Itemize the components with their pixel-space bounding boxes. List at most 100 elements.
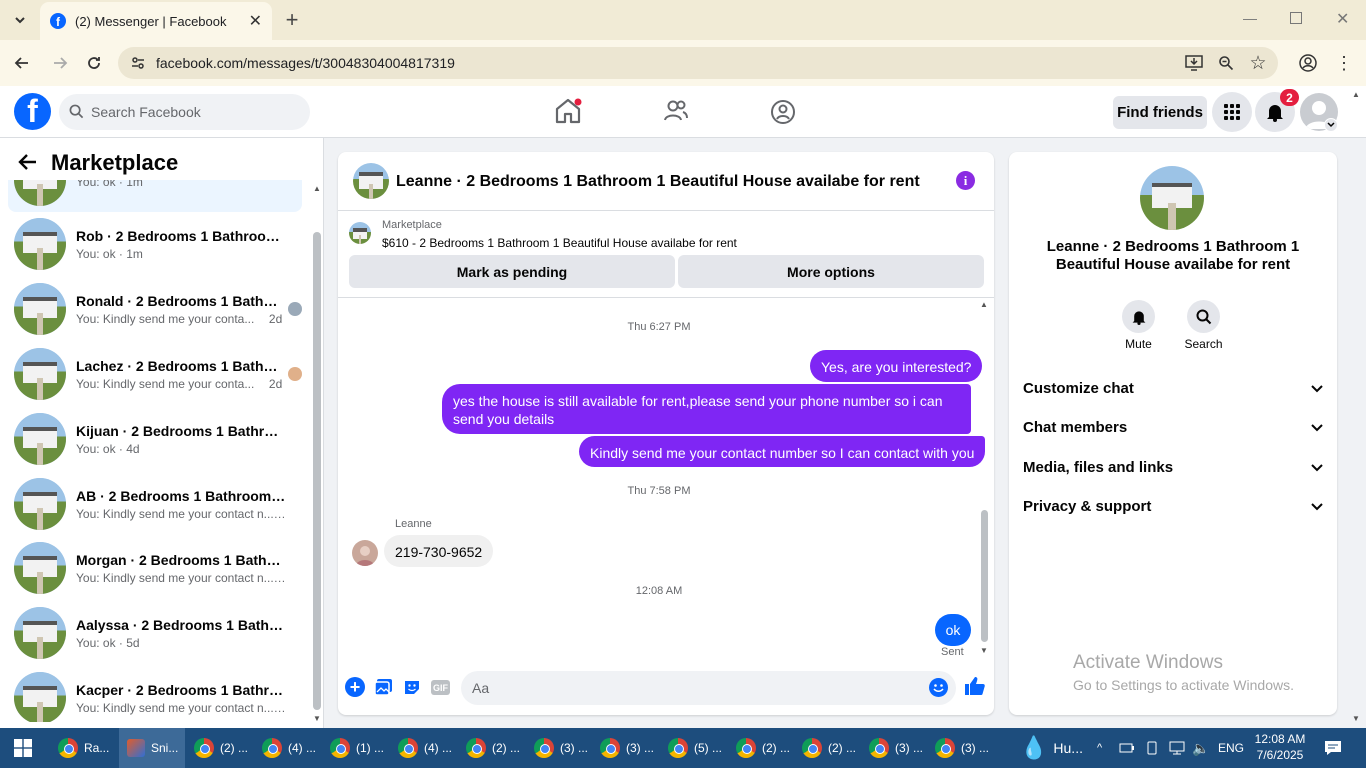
menu-grid-icon[interactable] <box>1212 92 1252 132</box>
conversation-item[interactable]: Morgan · 2 Bedrooms 1 Bathroo... You: Kin… <box>8 536 302 600</box>
taskbar-item[interactable]: (3) ... <box>534 728 588 768</box>
activate-windows-subtitle: Go to Settings to activate Windows. <box>1073 677 1294 693</box>
photo-icon[interactable] <box>374 678 393 696</box>
emoji-icon[interactable] <box>929 678 948 697</box>
find-friends-button[interactable]: Find friends <box>1113 96 1207 129</box>
new-tab-icon[interactable]: + <box>277 5 307 35</box>
conversation-item[interactable]: AB · 2 Bedrooms 1 Bathroom 1 B... You: Ki… <box>8 472 302 536</box>
outgoing-message[interactable]: Kindly send me your contact number so I … <box>579 436 986 467</box>
friends-icon[interactable] <box>663 99 689 123</box>
outgoing-message[interactable]: yes the house is still available for ren… <box>442 384 971 434</box>
conversation-item[interactable]: You: ok · 1m <box>8 180 302 212</box>
incoming-message[interactable]: 219-730-9652 <box>384 535 494 567</box>
mark-as-pending-button[interactable]: Mark as pending <box>349 255 675 288</box>
taskbar-item[interactable]: (5) ... <box>668 728 722 768</box>
facebook-logo-icon[interactable]: f <box>14 93 51 130</box>
restore-icon[interactable] <box>1290 12 1302 24</box>
windows-start-icon[interactable] <box>14 739 32 757</box>
sidebar-scrollbar[interactable]: ▲ ▼ <box>312 184 322 724</box>
chat-scrollbar[interactable]: ▲ ▼ <box>980 300 990 658</box>
privacy-support-section[interactable]: Privacy & support <box>1023 498 1323 515</box>
weather-widget[interactable]: 💧 Hu... <box>1020 728 1083 768</box>
action-center-icon[interactable] <box>1324 728 1342 768</box>
taskbar-item[interactable]: (4) ... <box>262 728 316 768</box>
profile-icon[interactable] <box>1293 48 1323 78</box>
chat-members-section[interactable]: Chat members <box>1023 419 1323 436</box>
thumbs-up-icon[interactable] <box>964 676 986 696</box>
search-in-chat-icon[interactable] <box>1187 300 1220 333</box>
reload-icon[interactable] <box>79 48 109 78</box>
conversation-item[interactable]: Kacper · 2 Bedrooms 1 Bathroo... You: Kin… <box>8 666 302 722</box>
timestamp: 12:08 AM <box>635 585 683 597</box>
outgoing-message[interactable]: ok <box>935 614 971 646</box>
customize-chat-section[interactable]: Customize chat <box>1023 380 1323 397</box>
taskbar-item-active[interactable]: Sni... <box>119 728 185 768</box>
network-icon[interactable] <box>1168 728 1186 768</box>
close-window-icon[interactable]: ✕ <box>1336 9 1349 29</box>
more-actions-plus-icon[interactable]: + <box>345 677 365 697</box>
back-arrow-icon[interactable] <box>18 152 38 172</box>
conversation-item[interactable]: Rob · 2 Bedrooms 1 Bathroom 1 ... You: ok… <box>8 212 302 276</box>
mute-bell-icon[interactable] <box>1122 300 1155 333</box>
chevron-down-icon <box>1311 463 1323 471</box>
tab-search-chevron-icon[interactable] <box>5 5 35 35</box>
browser-tab[interactable]: f (2) Messenger | Facebook ✕ <box>40 2 272 40</box>
conversation-item[interactable]: Aalyssa · 2 Bedrooms 1 Bathroo... You: ok… <box>8 601 302 665</box>
zoom-icon[interactable] <box>1211 48 1241 78</box>
message-input[interactable]: Aa <box>461 671 956 705</box>
taskbar-item[interactable]: (3) ... <box>869 728 923 768</box>
conversation-item[interactable]: Kijuan · 2 Bedrooms 1 Bathroom... You: ok… <box>8 407 302 471</box>
taskbar-item[interactable]: (3) ... <box>600 728 654 768</box>
media-files-links-section[interactable]: Media, files and links <box>1023 459 1323 476</box>
info-icon[interactable]: i <box>956 171 975 190</box>
camera-icon[interactable] <box>1145 728 1159 768</box>
url-bar[interactable]: facebook.com/messages/t/3004830400481731… <box>118 47 1278 79</box>
close-tab-icon[interactable]: ✕ <box>249 11 262 31</box>
conversation-list[interactable]: You: ok · 1m Rob · 2 Bedrooms 1 Bathroom… <box>0 180 312 722</box>
taskbar-item[interactable]: (2) ... <box>802 728 856 768</box>
facebook-search-input[interactable]: Search Facebook <box>59 94 310 130</box>
clock-date: 7/6/2025 <box>1256 748 1304 762</box>
chat-profile-photo[interactable] <box>1140 166 1204 230</box>
bookmark-star-icon[interactable]: ☆ <box>1243 48 1273 78</box>
sender-avatar[interactable] <box>352 540 378 566</box>
chrome-icon <box>398 738 418 758</box>
chat-title[interactable]: Leanne · 2 Bedrooms 1 Bathroom 1 Beautif… <box>396 173 920 191</box>
taskbar-item[interactable]: (2) ... <box>194 728 248 768</box>
listing-title[interactable]: $610 - 2 Bedrooms 1 Bathroom 1 Beautiful… <box>382 236 737 250</box>
page-scroll-up[interactable]: ▲ <box>1352 90 1360 99</box>
taskbar-item[interactable]: Ra... <box>58 728 109 768</box>
listing-thumbnail <box>14 607 66 659</box>
conversation-preview: You: Kindly send me your contact n... · … <box>76 570 286 585</box>
taskbar-item[interactable]: (4) ... <box>398 728 452 768</box>
snipping-tool-icon <box>127 739 145 757</box>
sent-status: Sent <box>941 646 964 658</box>
back-icon[interactable] <box>7 48 37 78</box>
account-chevron-icon[interactable] <box>1324 118 1338 132</box>
language-indicator[interactable]: ENG <box>1218 728 1244 768</box>
install-app-icon[interactable] <box>1179 48 1209 78</box>
gif-icon[interactable]: GIF <box>431 680 450 695</box>
conversation-item[interactable]: Lachez · 2 Bedrooms 1 Bathro... You: Kind… <box>8 342 302 406</box>
volume-icon[interactable]: 🔈 <box>1192 728 1209 768</box>
home-icon[interactable] <box>554 98 582 124</box>
page-scroll-down[interactable]: ▼ <box>1352 714 1360 723</box>
listing-thumbnail <box>349 222 371 244</box>
clock[interactable]: 12:08 AM 7/6/2025 <box>1250 731 1310 763</box>
taskbar-item[interactable]: (2) ... <box>466 728 520 768</box>
battery-icon[interactable] <box>1119 728 1135 768</box>
minimize-icon[interactable]: — <box>1243 10 1257 26</box>
site-info-icon[interactable] <box>130 55 146 71</box>
outgoing-message[interactable]: Yes, are you interested? <box>810 350 983 382</box>
taskbar-item[interactable]: (2) ... <box>736 728 790 768</box>
notification-badge: 2 <box>1280 89 1299 106</box>
forward-icon[interactable] <box>45 48 75 78</box>
taskbar-item[interactable]: (3) ... <box>935 728 989 768</box>
browser-menu-icon[interactable]: ⋮ <box>1329 48 1359 78</box>
show-hidden-icons-chevron-icon[interactable]: ^ <box>1097 728 1102 768</box>
taskbar-item[interactable]: (1) ... <box>330 728 384 768</box>
conversation-item[interactable]: Ronald · 2 Bedrooms 1 Bathro... You: Kind… <box>8 277 302 341</box>
groups-icon[interactable] <box>770 99 796 125</box>
more-options-button[interactable]: More options <box>678 255 984 288</box>
sticker-icon[interactable] <box>403 678 421 696</box>
